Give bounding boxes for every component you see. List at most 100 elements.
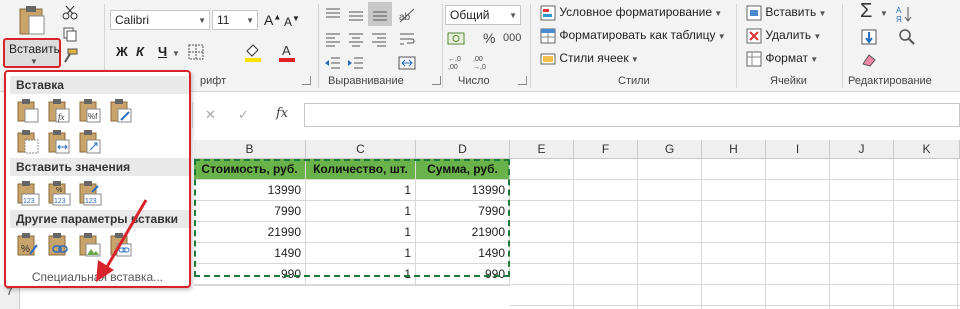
find-select-icon[interactable] <box>898 28 916 46</box>
format-painter-icon[interactable] <box>62 48 78 64</box>
table-cell[interactable]: 1 <box>306 243 416 264</box>
table-cell[interactable]: 1 <box>306 222 416 243</box>
table-cell[interactable]: 21900 <box>416 222 510 243</box>
align-center-icon[interactable] <box>347 30 365 48</box>
table-cell[interactable]: 1490 <box>416 243 510 264</box>
paste-formulas-number-format-icon[interactable]: %f <box>78 98 102 124</box>
shrink-font-icon[interactable]: A▼ <box>284 14 300 29</box>
cell-styles-button[interactable]: Стили ячеек ▼ <box>540 51 639 67</box>
separator <box>842 4 843 88</box>
clear-icon[interactable] <box>860 52 878 68</box>
formula-input[interactable] <box>304 103 960 127</box>
decrease-indent-icon[interactable] <box>324 54 342 72</box>
fill-down-icon[interactable] <box>860 28 878 46</box>
insert-function-button[interactable]: fx <box>276 106 288 121</box>
font-size-value: 11 <box>217 13 230 27</box>
borders-icon[interactable] <box>188 44 204 60</box>
grow-font-icon[interactable]: A▲ <box>264 12 281 28</box>
paste-button[interactable]: Вставить ▼ <box>3 2 61 68</box>
paste-transpose-icon[interactable] <box>78 129 102 155</box>
paste-formatting-icon[interactable]: % <box>16 232 40 258</box>
table-header-cell[interactable]: Количество, шт. <box>306 159 416 180</box>
paste-keep-formatting-icon[interactable] <box>109 98 133 124</box>
table-cell[interactable]: 13990 <box>194 180 306 201</box>
number-dialog-launcher[interactable] <box>518 76 527 85</box>
column-header-k[interactable]: K <box>894 140 960 159</box>
svg-text:Я: Я <box>896 15 902 23</box>
annotation-arrow-icon <box>96 199 148 282</box>
column-header-c[interactable]: C <box>306 140 416 159</box>
empty-cells[interactable] <box>510 159 960 309</box>
chevron-down-icon[interactable]: ▼ <box>172 49 180 58</box>
font-size-select[interactable]: 11 ▼ <box>212 10 258 30</box>
table-cell[interactable]: 990 <box>416 264 510 285</box>
confirm-button[interactable]: ✓ <box>238 107 249 123</box>
format-cells-button[interactable]: Формат ▼ <box>746 51 818 67</box>
table-cell[interactable]: 7990 <box>416 201 510 222</box>
column-header-h[interactable]: H <box>702 140 766 159</box>
align-middle-icon[interactable] <box>347 6 365 24</box>
column-header-f[interactable]: F <box>574 140 638 159</box>
paste-values-number-format-icon[interactable]: % 123 <box>47 180 71 206</box>
underline-button[interactable]: Ч <box>158 44 167 59</box>
column-header-g[interactable]: G <box>638 140 702 159</box>
font-group-label: рифт <box>200 75 227 87</box>
delete-cells-button[interactable]: Удалить ▼ <box>746 28 821 44</box>
table-cell[interactable]: 21990 <box>194 222 306 243</box>
row-header[interactable]: 7 <box>0 285 20 309</box>
paste-no-borders-icon[interactable] <box>16 129 40 155</box>
format-as-table-button[interactable]: Форматировать как таблицу ▼ <box>540 28 726 44</box>
column-header-d[interactable]: D <box>416 140 510 159</box>
align-right-icon[interactable] <box>370 30 388 48</box>
format-as-table-icon <box>540 28 556 44</box>
paste-values-icon[interactable]: 123 <box>16 180 40 206</box>
align-bottom-button[interactable] <box>368 2 392 26</box>
conditional-formatting-button[interactable]: Условное форматирование ▼ <box>540 5 722 21</box>
align-top-icon[interactable] <box>324 6 342 24</box>
alignment-dialog-launcher[interactable] <box>432 76 441 85</box>
paste-link-icon[interactable] <box>47 232 71 258</box>
merge-center-icon[interactable] <box>398 54 416 72</box>
autosum-icon[interactable]: Σ <box>860 0 872 23</box>
table-header-cell[interactable]: Сумма, руб. <box>416 159 510 180</box>
column-header-e[interactable]: E <box>510 140 574 159</box>
font-color-icon[interactable]: A <box>278 42 296 62</box>
font-name-select[interactable]: Calibri ▼ <box>110 10 210 30</box>
bold-button[interactable]: Ж <box>116 44 128 59</box>
cancel-button[interactable]: ✕ <box>205 107 216 123</box>
align-left-icon[interactable] <box>324 30 342 48</box>
increase-indent-icon[interactable] <box>347 54 365 72</box>
fill-color-icon[interactable] <box>244 42 262 62</box>
orientation-icon[interactable]: ab <box>398 6 416 24</box>
table-cell[interactable]: 1 <box>306 201 416 222</box>
table-header-cell[interactable]: Стоимость, руб. <box>194 159 306 180</box>
column-header-i[interactable]: I <box>766 140 830 159</box>
table-cell[interactable]: 1 <box>306 264 416 285</box>
wrap-text-icon[interactable] <box>398 30 416 48</box>
font-dialog-launcher[interactable] <box>302 76 311 85</box>
copy-icon[interactable] <box>62 26 78 42</box>
column-header-j[interactable]: J <box>830 140 894 159</box>
decrease-decimal-icon[interactable]: ,00→,0 <box>472 54 494 70</box>
paste-keep-column-widths-icon[interactable] <box>47 129 71 155</box>
conditional-formatting-label: Условное форматирование <box>559 5 713 20</box>
increase-decimal-icon[interactable]: ←,0,00 <box>447 54 469 70</box>
chevron-down-icon[interactable]: ▼ <box>880 9 888 18</box>
thousands-button[interactable]: 000 <box>503 32 521 44</box>
insert-cells-button[interactable]: Вставить ▼ <box>746 5 826 21</box>
percent-button[interactable]: % <box>483 30 495 46</box>
number-format-select[interactable]: Общий ▼ <box>445 5 521 25</box>
cut-icon[interactable] <box>62 4 78 20</box>
column-header-b[interactable]: B <box>194 140 306 159</box>
empty-cells[interactable] <box>194 285 510 309</box>
table-cell[interactable]: 1 <box>306 180 416 201</box>
paste-formulas-icon[interactable]: fx <box>47 98 71 124</box>
sort-filter-icon[interactable]: AЯ <box>896 5 916 23</box>
table-cell[interactable]: 990 <box>194 264 306 285</box>
italic-button[interactable]: К <box>136 44 144 59</box>
table-cell[interactable]: 7990 <box>194 201 306 222</box>
paste-icon[interactable] <box>16 98 40 124</box>
table-cell[interactable]: 13990 <box>416 180 510 201</box>
table-cell[interactable]: 1490 <box>194 243 306 264</box>
currency-icon[interactable] <box>447 30 469 48</box>
